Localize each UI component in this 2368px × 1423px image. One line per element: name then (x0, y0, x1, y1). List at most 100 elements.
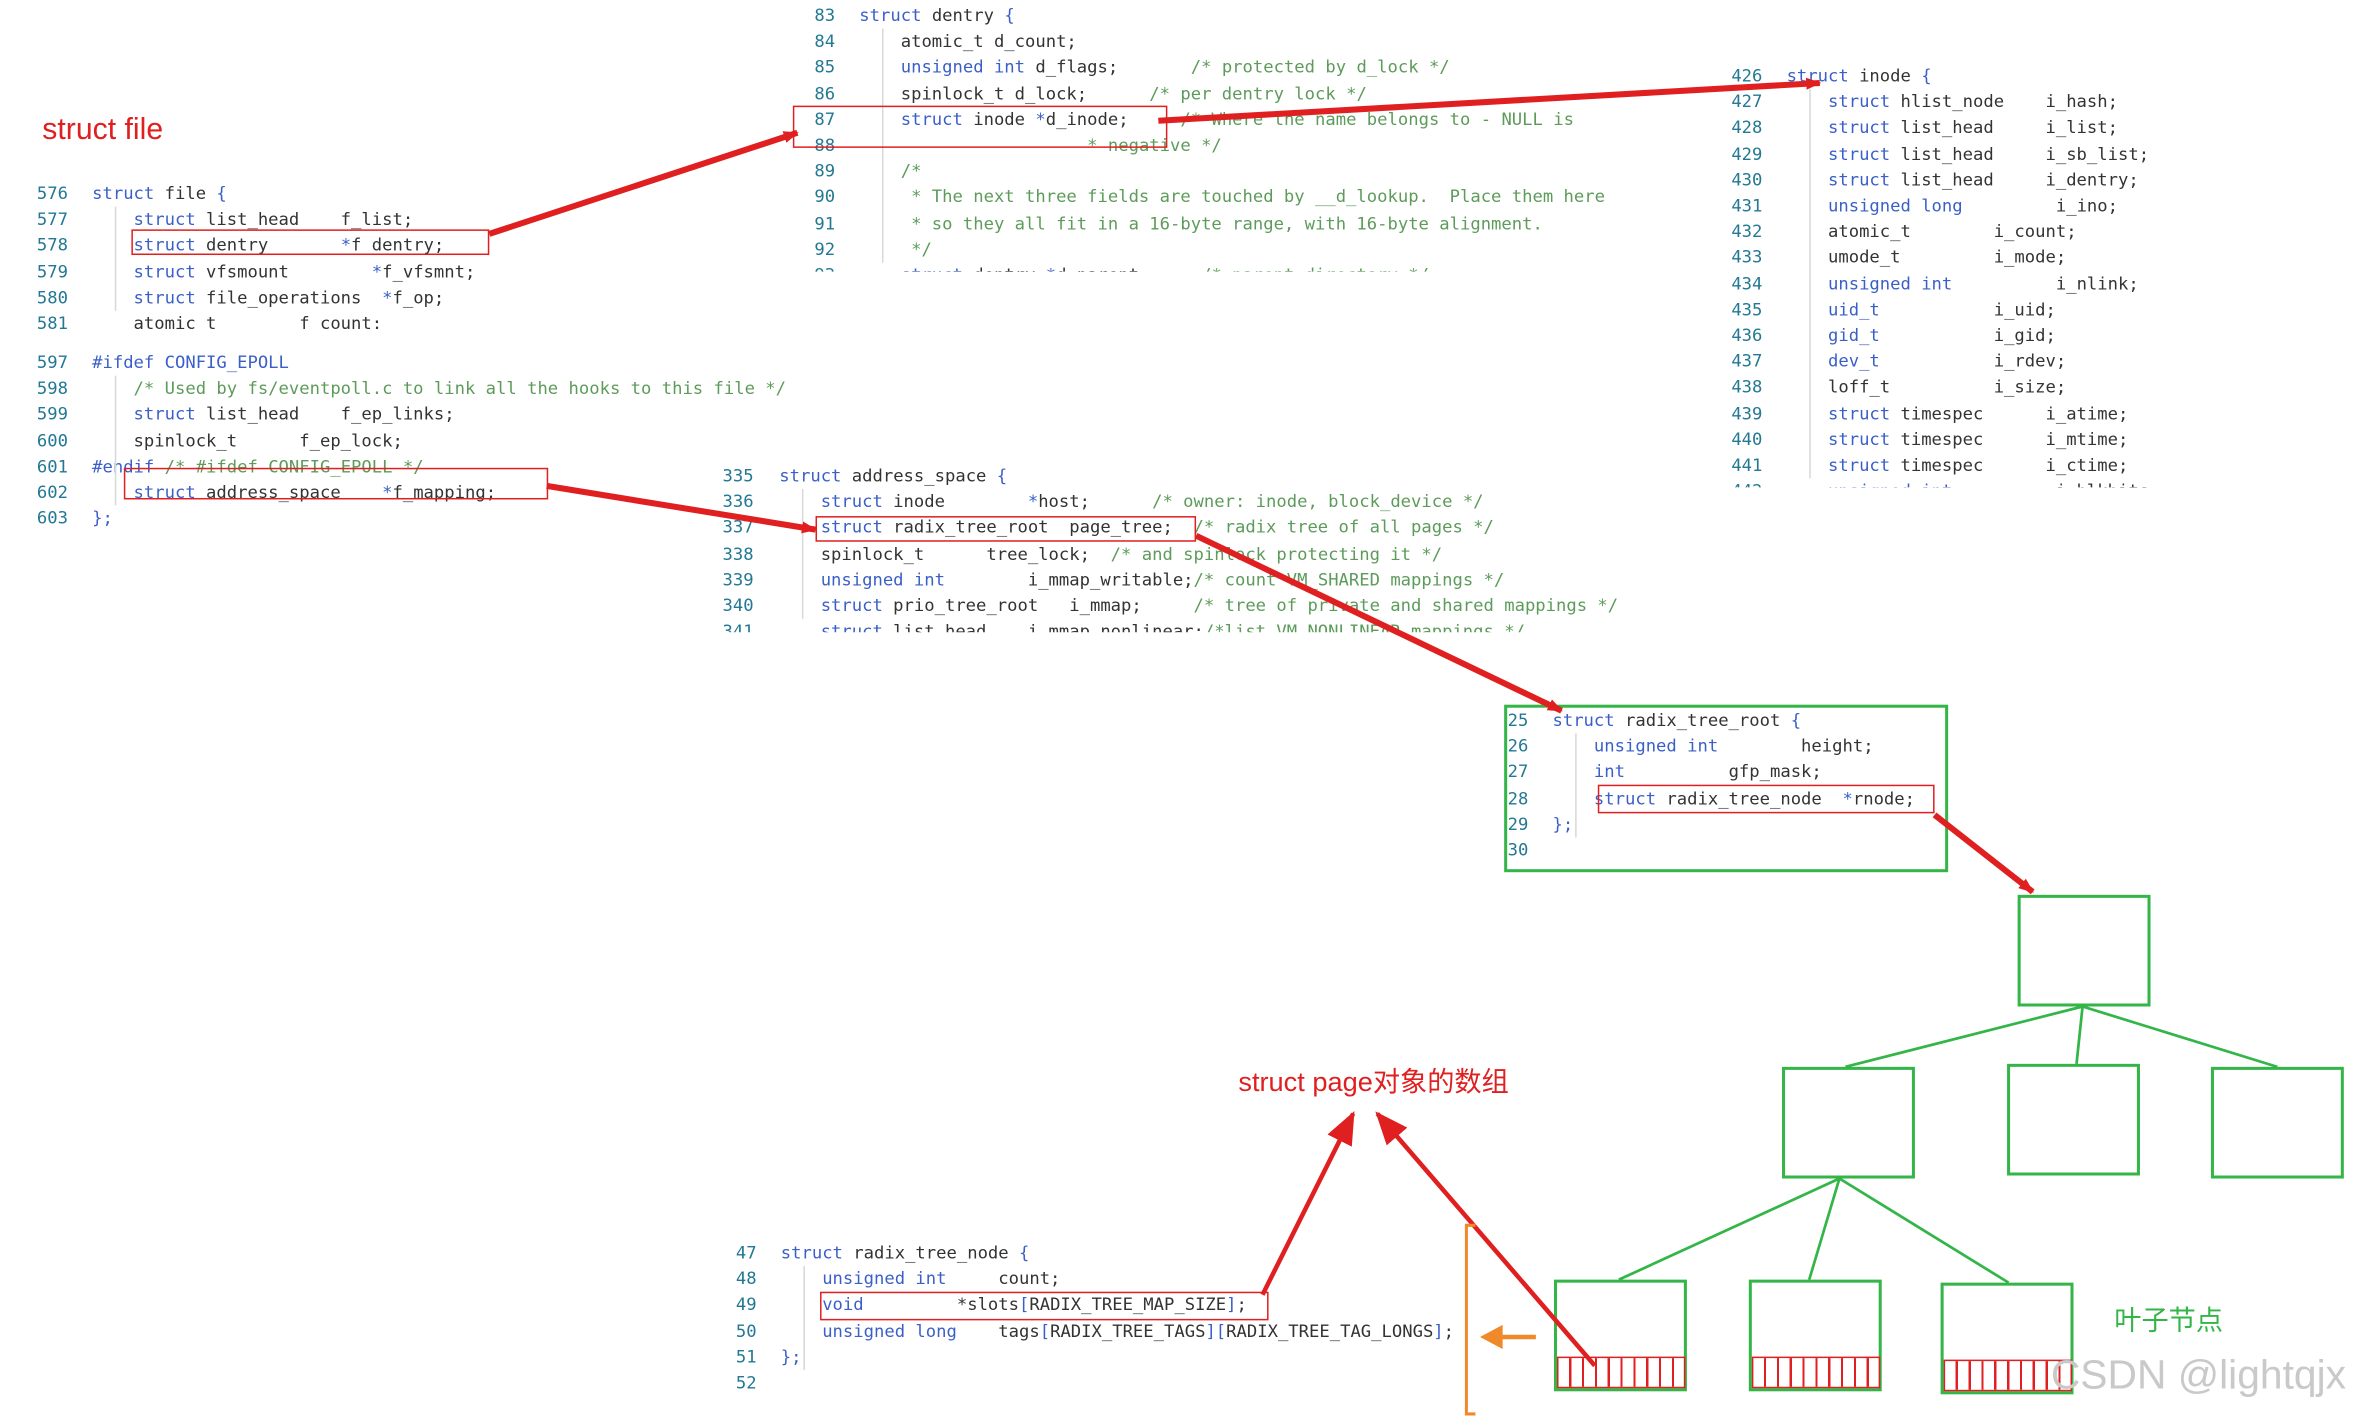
code-text: }; (92, 507, 113, 529)
code-text: struct hlist_node i_hash; (1786, 90, 2118, 112)
line-number: 89 (814, 160, 836, 182)
line-number: 440 (1731, 428, 1763, 450)
code-text: struct inode { (1786, 64, 1932, 87)
code-text: atomic_t f_count; (92, 312, 383, 329)
leaf-nodes-label: 叶子节点 (2114, 1305, 2224, 1336)
line-number: 93 (796, 263, 835, 272)
code-text: * The next three fields are touched by _… (859, 186, 1605, 208)
line-number: 431 (1731, 194, 1763, 216)
code-block-file-bottom: 597 #ifdef CONFIG_EPOLL 598 /* Used by fs/… (29, 350, 814, 529)
code-text: unsigned long tags[RADIX_TREE_TAGS][RADI… (780, 1319, 1455, 1341)
code-line: 430 struct list_head i_dentry; (1723, 167, 2176, 193)
code-text: struct inode *host; /* owner: inode, blo… (779, 490, 1484, 512)
line-number: 578 (36, 234, 68, 256)
line-number: 438 (1731, 376, 1763, 398)
line-number: 336 (722, 490, 754, 512)
code-line: 436 gid_t i_gid; (1723, 323, 2176, 349)
code-line: 52 (717, 1370, 1472, 1396)
radix-tree-inner-node-middle (2007, 1063, 2140, 1176)
line-number: 337 (722, 516, 754, 538)
code-line: 432 atomic_t i_count; (1723, 219, 2176, 245)
line-number: 598 (36, 377, 68, 399)
line-number: 429 (1731, 142, 1763, 164)
code-block-inode: 426 struct inode { 427 struct hlist_node i… (1723, 63, 2176, 488)
code-line: 442 unsigned int i_blkbits; (1723, 479, 2176, 487)
code-text: struct address_space { (779, 464, 1008, 486)
highlight-slots (820, 1291, 1269, 1321)
indent-guide (801, 489, 804, 619)
indent-guide (803, 1266, 805, 1371)
code-text: struct file_operations *f_op; (92, 286, 445, 308)
code-text: gid_t i_gid; (1786, 324, 2056, 346)
code-text: struct timespec i_mtime; (1786, 428, 2129, 450)
code-line: 338 spinlock_t tree_lock; /* and spinloc… (714, 541, 1665, 567)
highlight-d-inode (792, 105, 1168, 148)
indent-guide (1809, 89, 1811, 479)
code-block-address-space: 335 struct address_space {336 struct inod… (714, 463, 1665, 632)
line-number: 576 (36, 182, 68, 204)
code-text: * so they all fit in a 16-byte range, wi… (859, 212, 1543, 234)
line-number: 427 (1731, 90, 1763, 112)
code-text: struct timespec i_ctime; (1786, 454, 2129, 476)
code-text: unsigned int i_nlink; (1786, 272, 2139, 294)
code-line: 438 loff_t i_size; (1723, 375, 2176, 401)
highlight-rnode (1597, 784, 1935, 814)
radix-node-bracket (1464, 1223, 1536, 1416)
line-number: 84 (814, 30, 836, 52)
code-line: 437 dev_t i_rdev; (1723, 349, 2176, 375)
highlight-f-mapping (123, 467, 549, 500)
code-line: 435 uid_t i_uid; (1723, 297, 2176, 323)
code-line: 598 /* Used by fs/eventpoll.c to link al… (29, 376, 814, 402)
line-number: 600 (36, 429, 68, 451)
code-line: 335 struct address_space { (714, 463, 1665, 489)
code-text: struct file { (92, 182, 227, 204)
highlight-f-dentry (131, 229, 490, 256)
code-line: 91 * so they all fit in a 16-byte range,… (796, 211, 1642, 237)
code-text: struct list_head i_dentry; (1786, 168, 2139, 190)
code-line: 440 struct timespec i_mtime; (1723, 427, 2176, 453)
code-line: 47 struct radix_tree_node { (717, 1240, 1472, 1266)
line-number: 597 (36, 351, 68, 373)
indent-guide (114, 376, 117, 506)
radix-tree-inner-node-right (2210, 1066, 2344, 1179)
code-text: struct timespec i_atime; (1786, 402, 2129, 424)
line-number: 441 (1731, 454, 1763, 476)
code-text: unsigned int i_blkbits; (1787, 479, 2159, 487)
code-text: struct vfsmount *f_vfsmnt; (92, 260, 476, 282)
line-number: 91 (814, 212, 836, 234)
line-number: 442 (1723, 479, 1762, 487)
line-number: 86 (814, 82, 836, 104)
code-text: umode_t i_mode; (1786, 246, 2067, 268)
code-line: 439 struct timespec i_atime; (1723, 401, 2176, 427)
line-number: 90 (814, 186, 836, 208)
code-line: 599 struct list_head f_ep_links; (29, 402, 814, 428)
code-line: 89 /* (796, 159, 1642, 185)
code-text: */ (859, 238, 932, 260)
leaf-slots-1 (1557, 1356, 1686, 1389)
code-line: 90 * The next three fields are touched b… (796, 185, 1642, 211)
code-text: dev_t i_rdev; (1786, 350, 2067, 372)
line-number: 581 (36, 312, 68, 329)
code-line: 86 spinlock_t d_lock; /* per dentry lock… (796, 81, 1642, 107)
code-line: 92 */ (796, 237, 1642, 263)
diagram-canvas: struct file 576 struct file {577 struct l… (0, 0, 2368, 1423)
struct-file-label: struct file (42, 113, 164, 147)
code-text: spinlock_t tree_lock; /* and spinlock pr… (779, 542, 1443, 564)
line-number: 426 (1731, 64, 1763, 87)
line-number: 47 (735, 1241, 757, 1264)
arrow-rnode-to-tree-root (1932, 812, 2035, 895)
code-line: 433 umode_t i_mode; (1723, 245, 2176, 271)
radix-tree-inner-node-left (1782, 1066, 1915, 1179)
line-number: 601 (36, 455, 68, 477)
line-number: 436 (1731, 324, 1763, 346)
code-text: }; (780, 1345, 802, 1367)
line-number: 602 (36, 481, 68, 503)
code-line: 580 struct file_operations *f_op; (29, 285, 542, 311)
code-text: /* Used by fs/eventpoll.c to link all th… (92, 377, 787, 399)
line-number: 338 (722, 542, 754, 564)
code-line: 441 struct timespec i_ctime; (1723, 453, 2176, 479)
radix-tree-root-node (2017, 894, 2151, 1007)
code-line: 85 unsigned int d_flags; /* protected by… (796, 55, 1642, 81)
code-text: struct list_head f_ep_links; (92, 403, 455, 425)
line-number: 435 (1731, 298, 1763, 320)
